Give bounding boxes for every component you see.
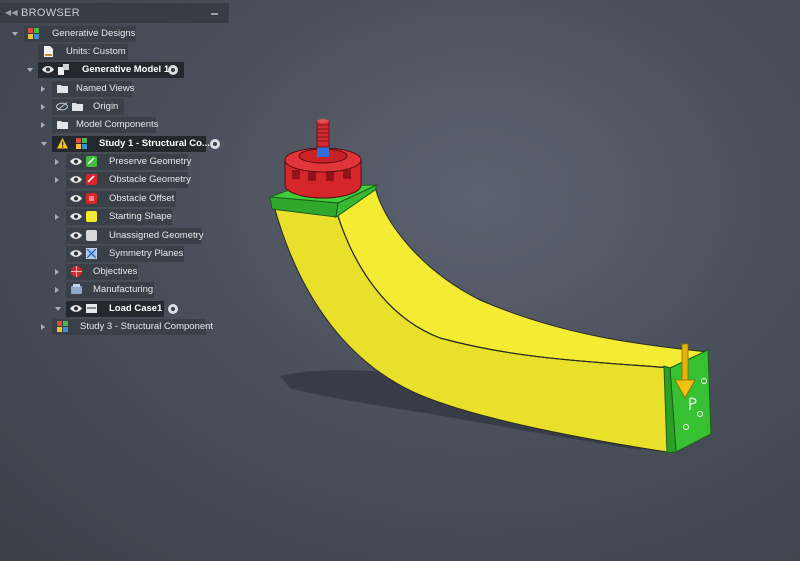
tree-item-label: Symmetry Planes xyxy=(109,248,184,259)
starting-shape-body[interactable] xyxy=(273,185,709,453)
minimize-icon[interactable] xyxy=(211,13,218,15)
tree-item-label: Starting Shape xyxy=(109,211,172,222)
expand-arrow-icon[interactable] xyxy=(55,307,61,311)
folder-icon xyxy=(57,121,68,129)
browser-panel: ◀◀ BROWSER Generative Designs Units: Cus… xyxy=(0,0,229,340)
units-document-icon xyxy=(44,46,53,57)
study-icon xyxy=(76,138,87,149)
tree-item-label: Obstacle Offset xyxy=(109,193,175,204)
study-icon xyxy=(57,321,68,332)
objectives-icon xyxy=(71,266,82,277)
starting-shape-icon xyxy=(86,211,97,222)
eye-icon[interactable] xyxy=(70,157,82,166)
tree-item-label: Units: Custom xyxy=(66,46,126,57)
expand-arrow-icon[interactable] xyxy=(41,324,45,330)
activate-radio-icon[interactable] xyxy=(168,65,178,75)
folder-icon xyxy=(72,103,83,111)
obstacle-offset-icon xyxy=(86,193,97,204)
expand-arrow-icon[interactable] xyxy=(12,32,18,36)
eye-icon[interactable] xyxy=(42,65,54,74)
tree-item-label: Objectives xyxy=(93,266,138,277)
folder-icon xyxy=(57,85,68,93)
expand-arrow-icon[interactable] xyxy=(41,86,45,92)
tree-item-label: Obstacle Geometry xyxy=(109,174,191,185)
tree-item-label: Manufacturing xyxy=(93,284,154,295)
expand-arrow-icon[interactable] xyxy=(55,269,59,275)
eye-icon[interactable] xyxy=(70,212,82,221)
unassigned-geometry-icon xyxy=(86,230,97,241)
symmetry-planes-icon xyxy=(86,248,97,259)
activate-radio-icon[interactable] xyxy=(210,139,220,149)
expand-arrow-icon[interactable] xyxy=(55,177,59,183)
tree-item-label: Load Case1 xyxy=(109,303,163,314)
expand-arrow-icon[interactable] xyxy=(55,287,59,293)
browser-title: BROWSER xyxy=(21,7,80,19)
expand-arrow-icon[interactable] xyxy=(27,68,33,72)
tree-item-label: Unassigned Geometry xyxy=(109,230,204,241)
tree-item-label: Preserve Geometry xyxy=(109,156,192,167)
browser-header: ◀◀ BROWSER xyxy=(0,3,229,23)
expand-arrow-icon[interactable] xyxy=(55,214,59,220)
tree-item-label: Named Views xyxy=(76,83,135,94)
expand-arrow-icon[interactable] xyxy=(41,122,45,128)
expand-arrow-icon[interactable] xyxy=(41,104,45,110)
collapse-panel-icon[interactable]: ◀◀ xyxy=(5,8,18,17)
load-case-icon xyxy=(86,304,97,313)
model-icon xyxy=(58,64,69,75)
warning-icon xyxy=(57,138,68,149)
obstacle-geometry-icon xyxy=(86,174,97,185)
obstacle-geometry-motor[interactable] xyxy=(284,119,362,199)
tree-item-label: Generative Model 1 xyxy=(82,64,170,75)
activate-radio-icon[interactable] xyxy=(168,304,178,314)
tree-item-label: Study 1 - Structural Co... xyxy=(99,138,210,149)
eye-icon[interactable] xyxy=(70,231,82,240)
tree-item-label: Study 3 - Structural Component xyxy=(80,321,214,332)
tree-item-label: Generative Designs xyxy=(52,28,136,39)
eye-hidden-icon[interactable] xyxy=(56,102,68,111)
eye-icon[interactable] xyxy=(70,175,82,184)
eye-icon[interactable] xyxy=(70,304,82,313)
eye-icon[interactable] xyxy=(70,249,82,258)
tree-item-label: Origin xyxy=(93,101,119,112)
tree-item-label: Model Components xyxy=(76,119,159,130)
preserve-geometry-icon xyxy=(86,156,97,167)
manufacturing-icon xyxy=(71,284,82,294)
generative-designs-icon xyxy=(28,28,39,39)
eye-icon[interactable] xyxy=(70,194,82,203)
expand-arrow-icon[interactable] xyxy=(41,142,47,146)
expand-arrow-icon[interactable] xyxy=(55,159,59,165)
